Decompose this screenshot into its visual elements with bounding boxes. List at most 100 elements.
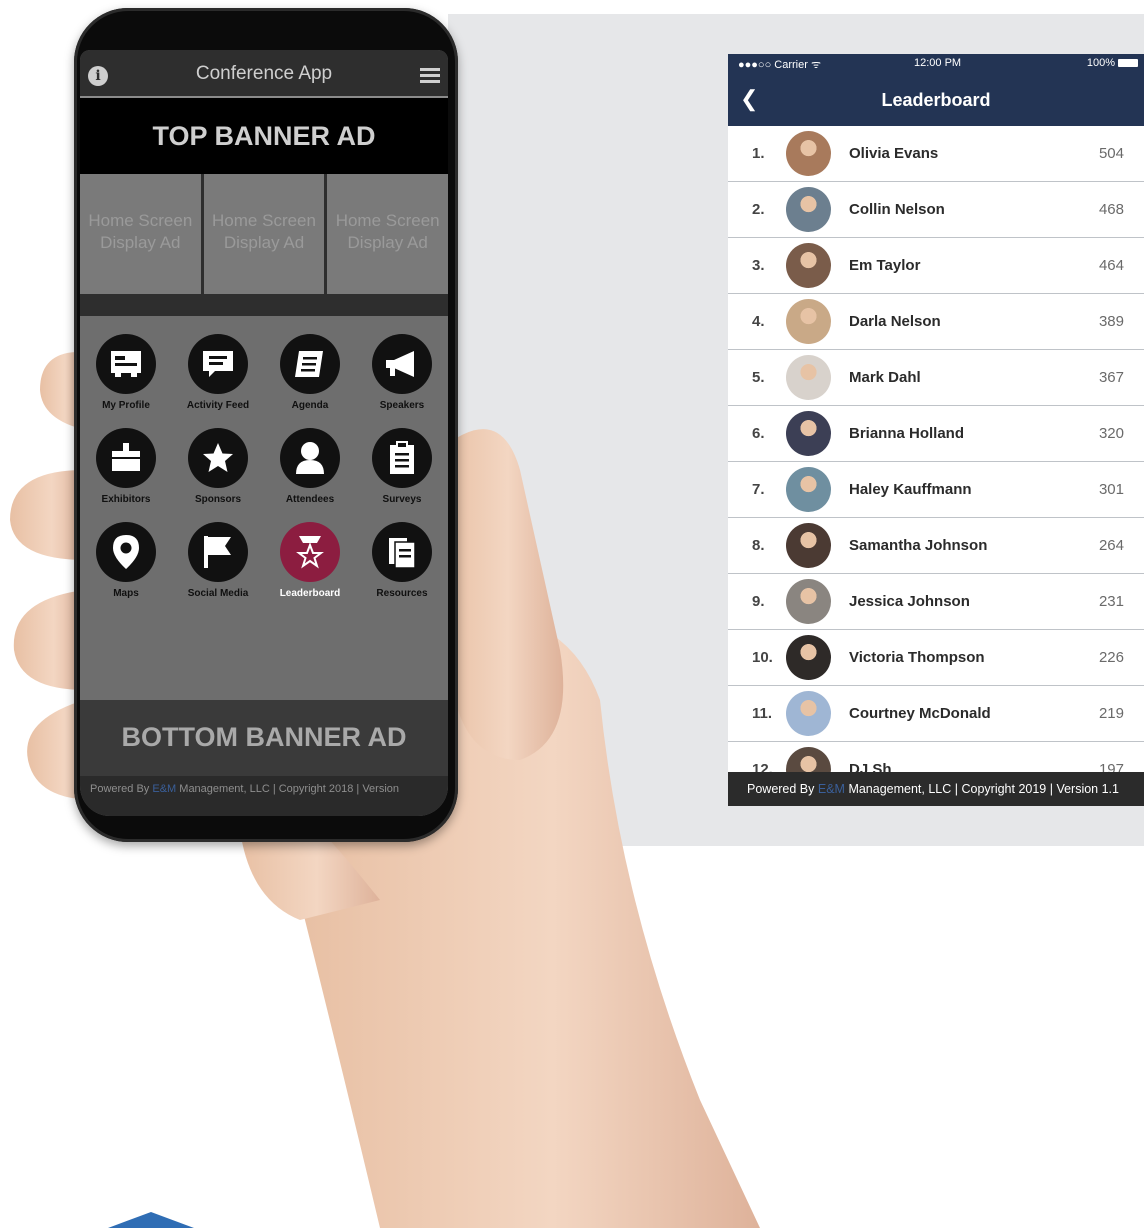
grid-item-agenda[interactable]: Agenda <box>264 334 356 428</box>
avatar <box>786 691 831 736</box>
agenda-icon <box>280 334 340 394</box>
rank-label: 2. <box>752 201 765 218</box>
avatar <box>786 635 831 680</box>
leaderboard-row[interactable]: 10. Victoria Thompson 226 <box>728 630 1144 686</box>
grid-item-sponsors[interactable]: Sponsors <box>172 428 264 522</box>
leaderboard-row[interactable]: 3. Em Taylor 464 <box>728 238 1144 294</box>
rank-label: 8. <box>752 537 765 554</box>
avatar <box>786 411 831 456</box>
grid-item-label: Resources <box>376 588 428 599</box>
carrier-label: ●●●○○ Carrier ᯤ <box>738 59 821 71</box>
status-bar: ●●●○○ Carrier ᯤ 12:00 PM 100% <box>728 54 1144 72</box>
grid-item-activity-feed[interactable]: Activity Feed <box>172 334 264 428</box>
footer-brand: E&M <box>152 783 177 795</box>
points-value: 226 <box>1098 649 1124 666</box>
nav-bar: ❮ Leaderboard <box>728 72 1144 126</box>
footer-prefix: Powered By <box>90 783 153 795</box>
attendee-name: Victoria Thompson <box>849 649 985 666</box>
activity-feed-icon <box>188 334 248 394</box>
attendee-name: Em Taylor <box>849 257 921 274</box>
points-value: 367 <box>1098 369 1124 386</box>
trophy-star-icon <box>280 522 340 582</box>
grid-item-label: Attendees <box>285 494 335 505</box>
leaderboard-row[interactable]: 11. Courtney McDonald 219 <box>728 686 1144 742</box>
rank-label: 9. <box>752 593 765 610</box>
points-value: 219 <box>1098 705 1124 722</box>
leaderboard-row[interactable]: 7. Haley Kauffmann 301 <box>728 462 1144 518</box>
avatar <box>786 243 831 288</box>
leaderboard-row[interactable]: 8. Samantha Johnson 264 <box>728 518 1144 574</box>
attendee-name: Collin Nelson <box>849 201 945 218</box>
megaphone-icon <box>372 334 432 394</box>
grid-item-label: Speakers <box>379 400 425 411</box>
display-ad[interactable]: Home Screen Display Ad <box>327 174 448 294</box>
hamburger-menu-icon[interactable] <box>420 68 440 84</box>
points-value: 301 <box>1098 481 1124 498</box>
phone-screen: i Conference App TOP BANNER AD Home Scre… <box>80 50 448 816</box>
map-pin-icon <box>96 522 156 582</box>
battery-label: 100% <box>1086 57 1115 69</box>
grid-item-label: Activity Feed <box>186 400 250 411</box>
avatar <box>786 299 831 344</box>
grid-item-attendees[interactable]: Attendees <box>264 428 356 522</box>
app-title: Conference App <box>195 63 333 84</box>
points-value: 468 <box>1098 201 1124 218</box>
bottom-banner-ad[interactable]: BOTTOM BANNER AD <box>80 700 448 776</box>
leaderboard-row[interactable]: 9. Jessica Johnson 231 <box>728 574 1144 630</box>
points-value: 464 <box>1098 257 1124 274</box>
grid-item-label: Social Media <box>187 588 249 599</box>
attendee-name: Haley Kauffmann <box>849 481 972 498</box>
leaderboard-row[interactable]: 6. Brianna Holland 320 <box>728 406 1144 462</box>
grid-item-exhibitors[interactable]: Exhibitors <box>80 428 172 522</box>
decorative-corner-shape <box>108 1212 194 1228</box>
display-ads-row: Home Screen Display Ad Home Screen Displ… <box>80 174 448 316</box>
grid-item-my-profile[interactable]: My Profile <box>80 334 172 428</box>
points-value: 264 <box>1098 537 1124 554</box>
app-header: i Conference App <box>80 50 448 98</box>
top-banner-ad[interactable]: TOP BANNER AD <box>80 98 448 174</box>
rank-label: 10. <box>752 649 773 666</box>
attendee-name: Samantha Johnson <box>849 537 988 554</box>
footer-prefix: Powered By <box>747 782 818 796</box>
leaderboard-row[interactable]: 1. Olivia Evans 504 <box>728 126 1144 182</box>
grid-item-resources[interactable]: Resources <box>356 522 448 616</box>
person-icon <box>280 428 340 488</box>
exhibitors-icon <box>96 428 156 488</box>
avatar <box>786 355 831 400</box>
grid-item-surveys[interactable]: Surveys <box>356 428 448 522</box>
leaderboard-screen: ●●●○○ Carrier ᯤ 12:00 PM 100% ❮ Leaderbo… <box>728 54 1144 806</box>
display-ad[interactable]: Home Screen Display Ad <box>80 174 201 294</box>
grid-item-maps[interactable]: Maps <box>80 522 172 616</box>
points-value: 504 <box>1098 145 1124 162</box>
grid-item-label: Sponsors <box>194 494 242 505</box>
grid-item-label: Agenda <box>291 400 329 411</box>
footer-suffix: Management, LLC | Copyright 2019 | Versi… <box>844 782 1119 796</box>
display-ad[interactable]: Home Screen Display Ad <box>203 174 325 294</box>
profile-icon <box>96 334 156 394</box>
attendee-name: Courtney McDonald <box>849 705 991 722</box>
attendee-name: Jessica Johnson <box>849 593 970 610</box>
grid-item-label: My Profile <box>102 400 150 411</box>
status-time: 12:00 PM <box>914 57 962 69</box>
battery-indicator: 100% <box>1087 57 1138 69</box>
leaderboard-row[interactable]: 4. Darla Nelson 389 <box>728 294 1144 350</box>
avatar <box>786 131 831 176</box>
rank-label: 6. <box>752 425 765 442</box>
phone-footer: Powered By E&M Management, LLC | Copyrig… <box>80 776 448 816</box>
leaderboard-row[interactable]: 2. Collin Nelson 468 <box>728 182 1144 238</box>
points-value: 320 <box>1098 425 1124 442</box>
points-value: 389 <box>1098 313 1124 330</box>
footer-brand: E&M <box>817 782 845 796</box>
attendee-name: Olivia Evans <box>849 145 939 162</box>
footer-suffix: Management, LLC | Copyright 2018 | Versi… <box>176 783 400 795</box>
rank-label: 1. <box>752 145 765 162</box>
grid-item-social-media[interactable]: Social Media <box>172 522 264 616</box>
grid-item-label: Maps <box>113 588 139 599</box>
grid-item-leaderboard[interactable]: Leaderboard <box>264 522 356 616</box>
rank-label: 4. <box>752 313 765 330</box>
documents-icon <box>372 522 432 582</box>
leaderboard-row[interactable]: 5. Mark Dahl 367 <box>728 350 1144 406</box>
grid-item-speakers[interactable]: Speakers <box>356 334 448 428</box>
feature-grid: My Profile Activity Feed Agenda Speakers Exh… <box>80 316 448 616</box>
rank-label: 11. <box>752 705 773 722</box>
